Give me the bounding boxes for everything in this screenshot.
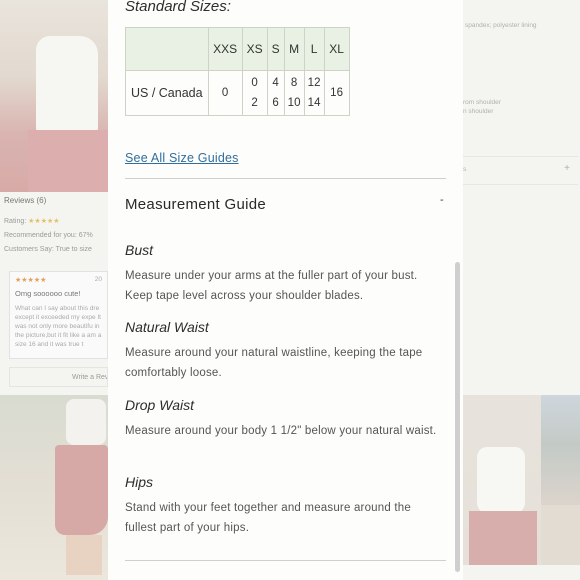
modal-scrollbar[interactable]	[455, 262, 460, 572]
reviews-title: Reviews (6)	[4, 196, 47, 205]
product-photo-top[interactable]	[0, 0, 108, 192]
accordion-label[interactable]: s	[463, 166, 466, 173]
product-photo-bottom[interactable]	[0, 395, 108, 580]
size-header: XS	[241, 27, 268, 71]
review-card: ★★★★★ 20 Omg soooooo cute! What can I sa…	[9, 271, 108, 359]
model-top	[36, 36, 98, 134]
measurement-instructions: Measure under your arms at the fuller pa…	[125, 270, 418, 302]
review-title: Omg soooooo cute!	[15, 289, 81, 298]
size-table-corner	[125, 27, 209, 71]
shoulder-line-2: n shoulder	[463, 108, 494, 115]
shoulder-line-1: rom shoulder	[463, 99, 501, 106]
review-body: What can I say about this dre except it …	[15, 305, 102, 348]
rating-stars: ★★★★★	[28, 218, 60, 225]
size-header: XL	[323, 27, 350, 71]
rating-label: Rating:	[4, 218, 27, 225]
size-table: XXS XS S M L XL US / Canada 0 0 2 4 6 8 …	[125, 27, 350, 116]
measurement-hips: Hips Stand with your feet together and m…	[125, 474, 445, 538]
table-row: US / Canada 0 0 2 4 6 8 10 12 14 16	[125, 70, 350, 116]
measurement-guide-title[interactable]: Measurement Guide	[125, 196, 266, 213]
standard-sizes-title: Standard Sizes:	[125, 0, 231, 15]
measurement-name: Natural Waist	[125, 319, 209, 335]
measurement-natural-waist: Natural Waist Measure around your natura…	[125, 319, 445, 383]
model-top	[477, 447, 525, 513]
region-cell: US / Canada	[125, 70, 209, 116]
collapse-icon[interactable]: -	[440, 195, 448, 206]
size-cell: 0	[207, 70, 243, 116]
size-cell: 4 6	[266, 70, 285, 116]
measurement-bust: Bust Measure under your arms at the full…	[125, 242, 445, 306]
divider	[125, 560, 446, 561]
measurement-name: Hips	[125, 474, 154, 490]
model-legs	[66, 535, 102, 575]
measurement-instructions: Measure around your body 1 1/2" below yo…	[125, 425, 437, 437]
customers-say-line: Customers Say: True to size	[4, 246, 92, 253]
recommended-line: Recommended for you: 67%	[4, 232, 93, 239]
fit-text: rom shoulder n shoulder	[463, 98, 501, 116]
size-table-header-row: XXS XS S M L XL	[125, 27, 350, 71]
product-details-panel: spandex; polyester lining rom shoulder n…	[463, 0, 580, 395]
divider	[125, 178, 446, 179]
size-header: S	[266, 27, 285, 71]
reviews-summary: Reviews (6) Rating: ★★★★★ Recommended fo…	[4, 196, 108, 260]
rating-line: Rating: ★★★★★	[4, 217, 108, 225]
measurement-name: Bust	[125, 242, 154, 258]
review-date: 20	[94, 276, 102, 283]
material-text: spandex; polyester lining	[465, 22, 537, 29]
review-stars: ★★★★★	[15, 277, 47, 284]
size-cell: 16	[323, 70, 350, 116]
model-skirt	[55, 445, 108, 535]
size-header: M	[283, 27, 305, 71]
model-skirt	[28, 130, 108, 192]
divider	[463, 156, 578, 157]
measurement-instructions: Stand with your feet together and measur…	[125, 502, 411, 534]
review-header: ★★★★★ 20	[15, 276, 102, 284]
product-photo-right[interactable]	[463, 395, 543, 565]
measurement-instructions: Measure around your natural waistline, k…	[125, 347, 423, 379]
write-review-button[interactable]: Write a Rev	[9, 367, 108, 387]
scene-photo[interactable]	[541, 395, 580, 505]
model-top	[66, 399, 106, 445]
size-cell: 0 2	[241, 70, 268, 116]
measurement-drop-waist: Drop Waist Measure around your body 1 1/…	[125, 397, 445, 441]
scene-photo[interactable]	[541, 505, 580, 565]
size-cell: 8 10	[283, 70, 305, 116]
see-all-size-guides-link[interactable]: See All Size Guides	[125, 151, 239, 165]
measurement-name: Drop Waist	[125, 397, 194, 413]
divider	[463, 184, 578, 185]
size-header: XXS	[207, 27, 243, 71]
expand-icon[interactable]: +	[564, 163, 570, 174]
size-cell: 12 14	[303, 70, 325, 116]
size-guide-modal: Standard Sizes: XXS XS S M L XL US / Can…	[108, 0, 463, 580]
size-header: L	[303, 27, 325, 71]
model-skirt	[469, 511, 537, 565]
